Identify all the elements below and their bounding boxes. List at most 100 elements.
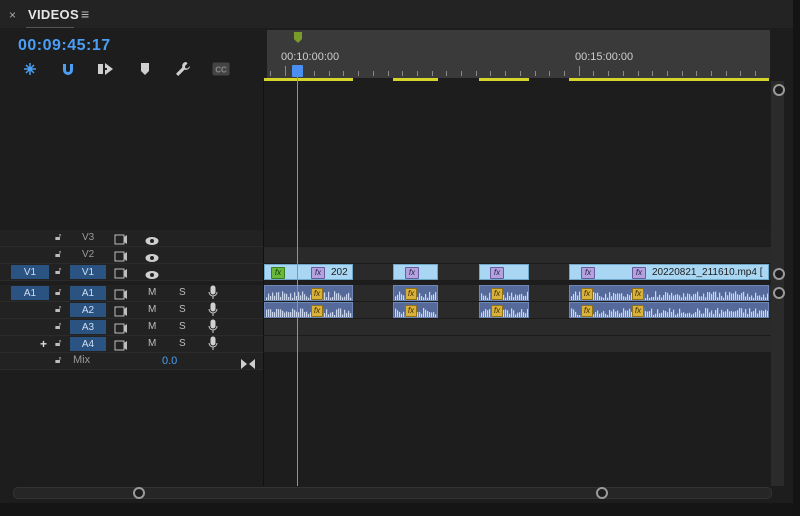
lock-icon[interactable]: 🔓︎ bbox=[55, 304, 61, 315]
linked-selection-icon[interactable] bbox=[97, 60, 115, 78]
mix-volume-value[interactable]: 0.0 bbox=[162, 355, 177, 367]
ruler-tick bbox=[476, 71, 477, 76]
ruler-tick bbox=[358, 71, 359, 76]
ruler-tick bbox=[285, 66, 286, 76]
mix-pan-icon[interactable] bbox=[241, 356, 255, 374]
waveform bbox=[481, 308, 528, 317]
close-panel-icon[interactable]: × bbox=[9, 8, 16, 22]
zoom-handle-left[interactable] bbox=[133, 487, 145, 499]
ruler-tick bbox=[343, 71, 344, 76]
zoom-handle-right[interactable] bbox=[596, 487, 608, 499]
add-marker-icon[interactable] bbox=[136, 60, 154, 78]
ruler-tick bbox=[270, 71, 271, 76]
fx-badge: fx bbox=[405, 305, 417, 317]
audio-clip[interactable]: fx bbox=[479, 302, 529, 318]
solo-button[interactable]: S bbox=[179, 338, 186, 349]
ruler-tick bbox=[432, 71, 433, 76]
ruler-tick bbox=[564, 71, 565, 76]
vertical-scrollbar[interactable] bbox=[771, 81, 784, 486]
panel-bottom-edge bbox=[0, 503, 800, 516]
video-clip[interactable]: fx fx 20220821_211610.mp4 [ bbox=[569, 264, 769, 280]
playhead-handle[interactable] bbox=[292, 65, 303, 77]
horizontal-scrollbar[interactable] bbox=[13, 487, 772, 499]
audio-clip[interactable]: fx fx bbox=[569, 285, 769, 301]
video-clip[interactable]: fx bbox=[479, 264, 529, 280]
audio-clip[interactable]: fx bbox=[264, 285, 353, 301]
waveform bbox=[571, 291, 768, 300]
lock-icon[interactable]: 🔓︎ bbox=[55, 338, 61, 349]
lock-icon[interactable]: 🔓︎ bbox=[55, 232, 61, 243]
ruler-tick bbox=[726, 71, 727, 76]
track-header-mix: 🔓︎ Mix 0.0 bbox=[0, 353, 263, 370]
fx-badge: fx bbox=[311, 305, 323, 317]
video-clip[interactable]: fx fx 202 bbox=[264, 264, 353, 280]
audio-clip[interactable]: fx bbox=[393, 285, 438, 301]
track-target-a3[interactable]: A3 bbox=[70, 320, 106, 334]
track-label[interactable]: V2 bbox=[82, 249, 94, 260]
audio-clip[interactable]: fx fx bbox=[569, 302, 769, 318]
track-header-v3: 🔓︎ V3 bbox=[0, 230, 263, 247]
lane-v3[interactable] bbox=[264, 230, 771, 247]
audio-clip[interactable]: fx bbox=[479, 285, 529, 301]
panel-menu-icon[interactable]: ≡ bbox=[81, 6, 89, 22]
ruler-tick bbox=[388, 71, 389, 76]
source-patch-v1[interactable]: V1 bbox=[11, 265, 49, 279]
lock-icon[interactable]: 🔓︎ bbox=[55, 355, 61, 366]
solo-button[interactable]: S bbox=[179, 304, 186, 315]
track-label[interactable]: V3 bbox=[82, 232, 94, 243]
source-patch-a1[interactable]: A1 bbox=[11, 286, 49, 300]
clip-name: 20220821_211610.mp4 [ bbox=[652, 267, 763, 278]
lock-icon[interactable]: 🔓︎ bbox=[55, 287, 61, 298]
scroll-handle-top[interactable] bbox=[773, 84, 785, 96]
magnet-icon[interactable] bbox=[59, 60, 77, 78]
track-target-a2[interactable]: A2 bbox=[70, 303, 106, 317]
track-header-a3: 🔓︎ A3 M S bbox=[0, 319, 263, 336]
video-audio-divider-handle[interactable] bbox=[773, 268, 785, 280]
eye-icon[interactable] bbox=[145, 267, 159, 285]
lane-a3[interactable] bbox=[264, 319, 771, 336]
lane-v2[interactable] bbox=[264, 247, 771, 264]
fx-badge: fx bbox=[491, 305, 503, 317]
wrench-icon[interactable] bbox=[174, 60, 192, 78]
lane-a4[interactable] bbox=[264, 336, 771, 353]
insert-snap-icon[interactable] bbox=[21, 60, 39, 78]
ruler-tick bbox=[314, 71, 315, 76]
solo-button[interactable]: S bbox=[179, 287, 186, 298]
playhead-line[interactable] bbox=[297, 66, 298, 486]
solo-button[interactable]: S bbox=[179, 321, 186, 332]
clip-name: 202 bbox=[331, 267, 348, 278]
ruler-tick bbox=[520, 71, 521, 76]
fx-badge: fx bbox=[271, 267, 285, 279]
track-target-v1[interactable]: V1 bbox=[70, 265, 106, 279]
waveform bbox=[266, 291, 352, 300]
add-track-icon[interactable]: + bbox=[40, 337, 47, 351]
mix-label: Mix bbox=[73, 354, 91, 366]
sequence-tab-title[interactable]: VIDEOS bbox=[28, 7, 79, 22]
track-target-a1[interactable]: A1 bbox=[70, 286, 106, 300]
track-header-a4: + 🔓︎ A4 M S bbox=[0, 336, 263, 353]
playhead-timecode[interactable]: 00:09:45:17 bbox=[18, 37, 111, 55]
fx-badge: fx bbox=[632, 288, 644, 300]
mute-button[interactable]: M bbox=[148, 287, 156, 298]
captions-icon[interactable]: CC bbox=[212, 60, 230, 78]
audio-clip[interactable]: fx bbox=[393, 302, 438, 318]
lock-icon[interactable]: 🔓︎ bbox=[55, 266, 61, 277]
mute-button[interactable]: M bbox=[148, 321, 156, 332]
ruler-tick bbox=[638, 71, 639, 76]
lock-icon[interactable]: 🔓︎ bbox=[55, 321, 61, 332]
timeline-tracks-area[interactable] bbox=[263, 81, 772, 486]
mute-button[interactable]: M bbox=[148, 304, 156, 315]
mute-button[interactable]: M bbox=[148, 338, 156, 349]
lock-icon[interactable]: 🔓︎ bbox=[55, 249, 61, 260]
fx-badge: fx bbox=[311, 288, 323, 300]
ruler-tick bbox=[535, 71, 536, 76]
track-target-a4[interactable]: A4 bbox=[70, 337, 106, 351]
ruler-tick bbox=[623, 71, 624, 76]
ruler-tick bbox=[593, 71, 594, 76]
video-clip[interactable]: fx bbox=[393, 264, 438, 280]
audio-scroll-handle[interactable] bbox=[773, 287, 785, 299]
audio-clip[interactable]: fx bbox=[264, 302, 353, 318]
ruler-tick bbox=[608, 71, 609, 76]
sync-lock-icon[interactable] bbox=[114, 266, 128, 284]
track-header-v2: 🔓︎ V2 bbox=[0, 247, 263, 264]
